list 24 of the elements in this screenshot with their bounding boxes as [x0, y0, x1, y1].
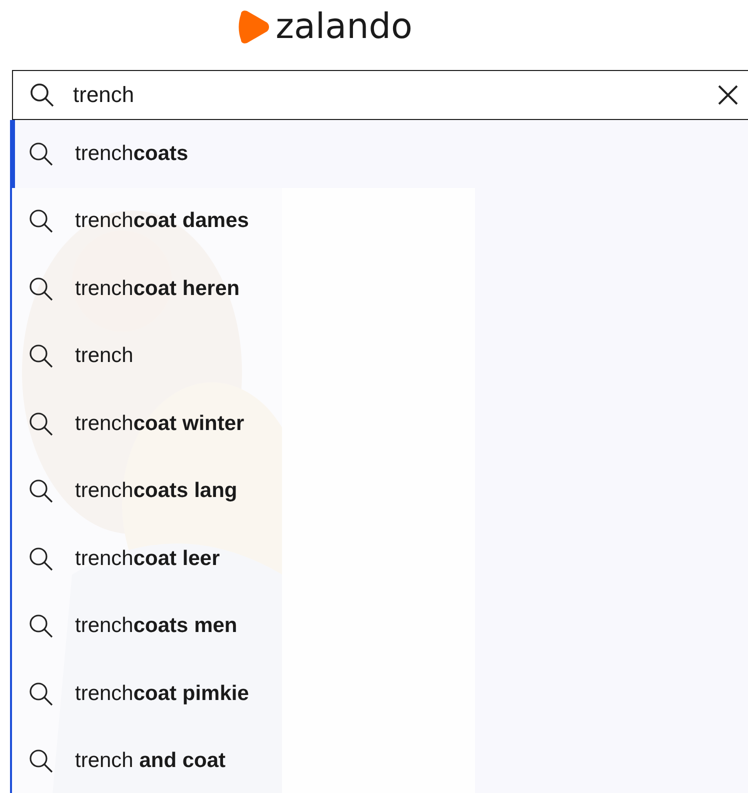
suggestion-item[interactable]: trenchcoat dames — [12, 188, 748, 255]
zalando-logo[interactable]: zalando — [236, 0, 412, 54]
search-icon — [28, 343, 54, 370]
suggestion-item[interactable]: trenchcoat heren — [12, 255, 748, 322]
suggestion-item[interactable]: trenchcoat winter — [12, 390, 748, 458]
search-icon — [28, 478, 54, 504]
search-icon — [28, 276, 54, 302]
search-icon — [28, 680, 54, 707]
suggestion-item[interactable]: trenchcoats lang — [12, 458, 748, 525]
suggestion-item[interactable]: trenchcoats men — [12, 592, 748, 660]
close-icon[interactable] — [717, 84, 739, 106]
suggestion-item[interactable]: trench — [12, 322, 748, 390]
search-icon — [28, 208, 54, 234]
suggestion-item[interactable]: trench and coat — [12, 728, 748, 793]
suggestion-item[interactable]: trenchcoat pimkie — [12, 660, 748, 728]
search-field[interactable]: trench — [12, 70, 748, 120]
search-icon — [28, 140, 54, 167]
search-icon — [28, 613, 54, 640]
search-icon — [28, 748, 54, 774]
search-query: trench — [73, 82, 134, 108]
search-icon — [28, 410, 54, 437]
search-icon — [28, 546, 54, 572]
search-icon — [29, 82, 55, 108]
suggestion-item[interactable]: trenchcoat leer — [12, 525, 748, 592]
